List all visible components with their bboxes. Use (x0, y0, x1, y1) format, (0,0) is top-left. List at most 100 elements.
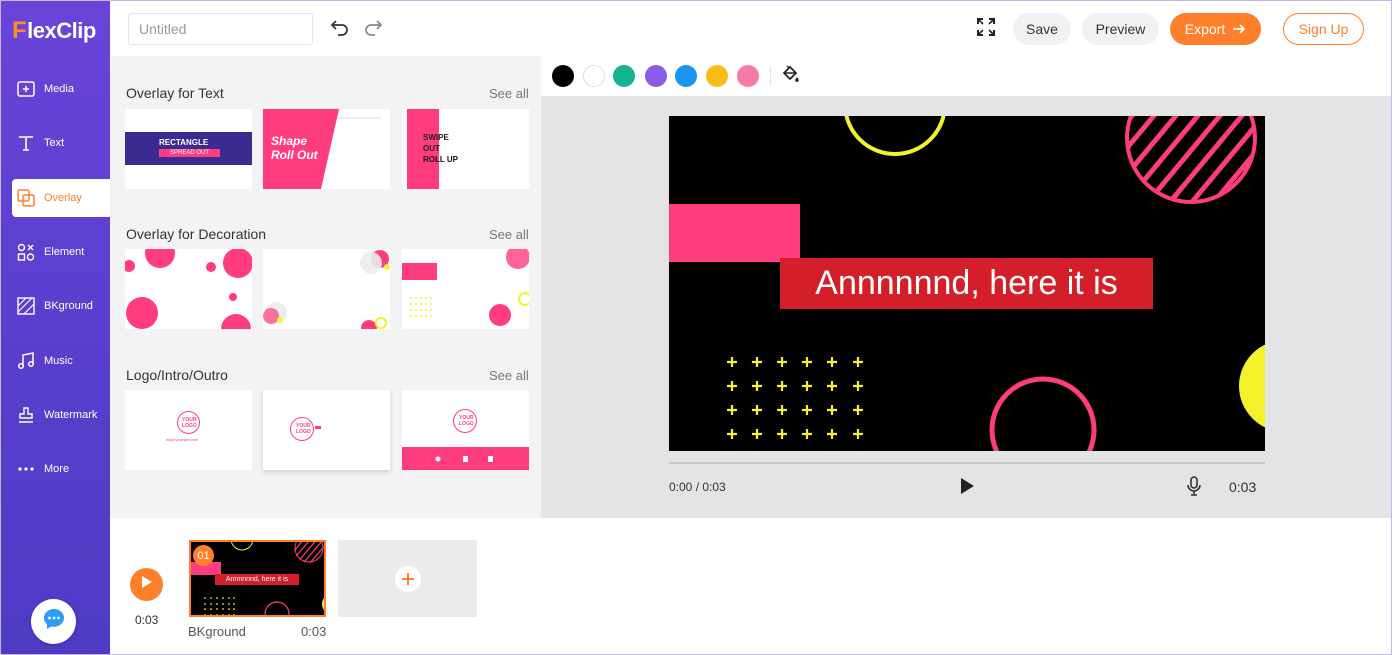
media-icon (16, 79, 36, 99)
export-label: Export (1184, 21, 1226, 37)
sidebar-item-label: Text (44, 137, 65, 149)
clip-label: BKground (188, 624, 246, 639)
overlay-icon (16, 188, 36, 208)
color-swatch-blue[interactable] (675, 65, 697, 87)
color-swatch-yellow[interactable] (706, 65, 728, 87)
sidebar-item-element[interactable]: Element (1, 233, 110, 271)
export-button[interactable]: Export (1170, 13, 1261, 45)
thumb-text: Roll Out (271, 148, 318, 162)
play-icon (959, 477, 975, 500)
sidebar-item-label: Watermark (44, 409, 98, 421)
thumb-text: SPREAD OUT (159, 149, 220, 157)
overlay-decoration-thumb-3[interactable] (402, 249, 529, 329)
sidebar-item-label: Media (44, 83, 74, 95)
plus-icon (394, 565, 421, 592)
overlay-text-thumb-shape-roll[interactable]: Shape Roll Out (263, 109, 390, 189)
add-clip-button[interactable] (338, 540, 477, 617)
thumb-text: LOGO (459, 421, 474, 427)
logo-mark: F (12, 17, 27, 44)
thumb-text: Shape (271, 134, 308, 148)
sidebar-item-music[interactable]: Music (1, 342, 110, 380)
chat-support-button[interactable] (31, 599, 76, 644)
video-canvas[interactable]: Annnnnnd, here it is (669, 116, 1265, 451)
see-all-overlay-text[interactable]: See all (489, 86, 529, 101)
sidebar-item-watermark[interactable]: Watermark (1, 396, 110, 434)
microphone-icon (1186, 475, 1202, 501)
timeline: 0:03 01 Annnnnnd, here it is BKground 0:… (110, 518, 1391, 654)
play-button[interactable] (955, 476, 979, 500)
sidebar-item-label: Element (44, 246, 85, 258)
more-icon (16, 459, 36, 479)
text-icon (16, 133, 36, 153)
background-icon (16, 296, 36, 316)
thumb-text: SWIPE (423, 133, 449, 142)
thumb-text: www.yoursite.com (166, 437, 199, 442)
see-all-overlay-decoration[interactable]: See all (489, 227, 529, 242)
color-swatch-white[interactable] (583, 65, 605, 87)
clip-caption: Annnnnnd, here it is (215, 574, 299, 585)
color-swatch-purple[interactable] (645, 65, 667, 87)
flexclip-editor: F lexClip Media Text Overlay Element BKg… (0, 0, 1392, 655)
undo-button[interactable] (328, 17, 352, 41)
undo-icon (330, 17, 350, 42)
fullscreen-icon (977, 17, 995, 41)
sidebar-item-bkground[interactable]: BKground (1, 287, 110, 325)
sidebar-item-label: BKground (44, 300, 93, 312)
sidebar-item-label: Music (44, 355, 73, 367)
sidebar-item-text[interactable]: Text (1, 124, 110, 162)
play-icon (141, 575, 153, 594)
logo-thumb-2[interactable]: YOUR LOGO (263, 390, 390, 470)
thumb-text: LOGO (296, 429, 311, 435)
section-title-overlay-decoration: Overlay for Decoration (126, 226, 267, 242)
clip-number-badge: 01 (193, 545, 214, 566)
thumb-text: OUT (423, 144, 440, 153)
sidebar-item-label: More (44, 463, 70, 475)
fill-color-button[interactable] (778, 64, 802, 89)
sidebar-item-label: Overlay (44, 192, 82, 204)
overlay-text-thumb-rectangle[interactable]: RECTANGLE SPREAD OUT (125, 109, 252, 189)
save-button[interactable]: Save (1013, 13, 1071, 45)
paint-bucket-icon (780, 64, 800, 89)
canvas-caption-text[interactable]: Annnnnnd, here it is (780, 258, 1153, 309)
preview-stage: Annnnnnd, here it is 0:00 / 0:03 0:03 (541, 96, 1391, 518)
timeline-total-time: 0:03 (135, 613, 159, 627)
sign-up-button[interactable]: Sign Up (1283, 13, 1364, 45)
logo-thumb-3[interactable]: YOUR LOGO (402, 390, 529, 470)
color-swatch-teal[interactable] (613, 65, 635, 87)
color-toolbar (541, 56, 1391, 96)
see-all-logo-intro-outro[interactable]: See all (489, 368, 529, 383)
music-icon (16, 351, 36, 371)
logo-thumb-1[interactable]: YOUR LOGO www.yoursite.com (125, 390, 252, 470)
playback-progress-bar[interactable] (669, 462, 1265, 464)
redo-button[interactable] (361, 17, 385, 41)
overlay-decoration-thumb-2[interactable] (263, 249, 390, 329)
record-voice-button[interactable] (1182, 475, 1206, 501)
overlay-panel: Overlay for Text See all RECTANGLE SPREA… (110, 56, 541, 518)
color-swatch-black[interactable] (552, 65, 574, 87)
overlay-decoration-thumb-1[interactable] (125, 249, 252, 329)
thumb-text: ROLL UP (423, 155, 458, 164)
sidebar-item-overlay[interactable]: Overlay (12, 179, 110, 217)
color-swatch-pink[interactable] (737, 65, 759, 87)
overlay-text-thumb-swipe[interactable]: SWIPE OUT ROLL UP (402, 109, 529, 189)
top-toolbar: Save Preview Export Sign Up (110, 1, 1391, 56)
toolbar-divider (770, 66, 771, 86)
flexclip-logo[interactable]: F lexClip (12, 17, 96, 45)
sidebar: F lexClip Media Text Overlay Element BKg… (1, 1, 110, 654)
fullscreen-button[interactable] (974, 17, 998, 41)
redo-icon (363, 17, 383, 42)
logo-text: lexClip (27, 18, 96, 43)
chat-icon (41, 606, 67, 637)
thumb-text: LOGO (182, 423, 197, 429)
arrow-right-icon (1232, 23, 1246, 35)
sidebar-item-media[interactable]: Media (1, 70, 110, 108)
sidebar-item-more[interactable]: More (1, 450, 110, 488)
timeline-play-button[interactable] (130, 568, 163, 601)
clip-duration: 0:03 (301, 624, 327, 639)
section-title-overlay-text: Overlay for Text (126, 85, 224, 101)
preview-button[interactable]: Preview (1082, 13, 1159, 45)
project-title-input[interactable] (128, 13, 313, 45)
timeline-clip-1[interactable]: 01 Annnnnnd, here it is (189, 540, 326, 617)
current-time: 0:00 / 0:03 (669, 480, 726, 494)
thumb-text: RECTANGLE (159, 138, 209, 147)
